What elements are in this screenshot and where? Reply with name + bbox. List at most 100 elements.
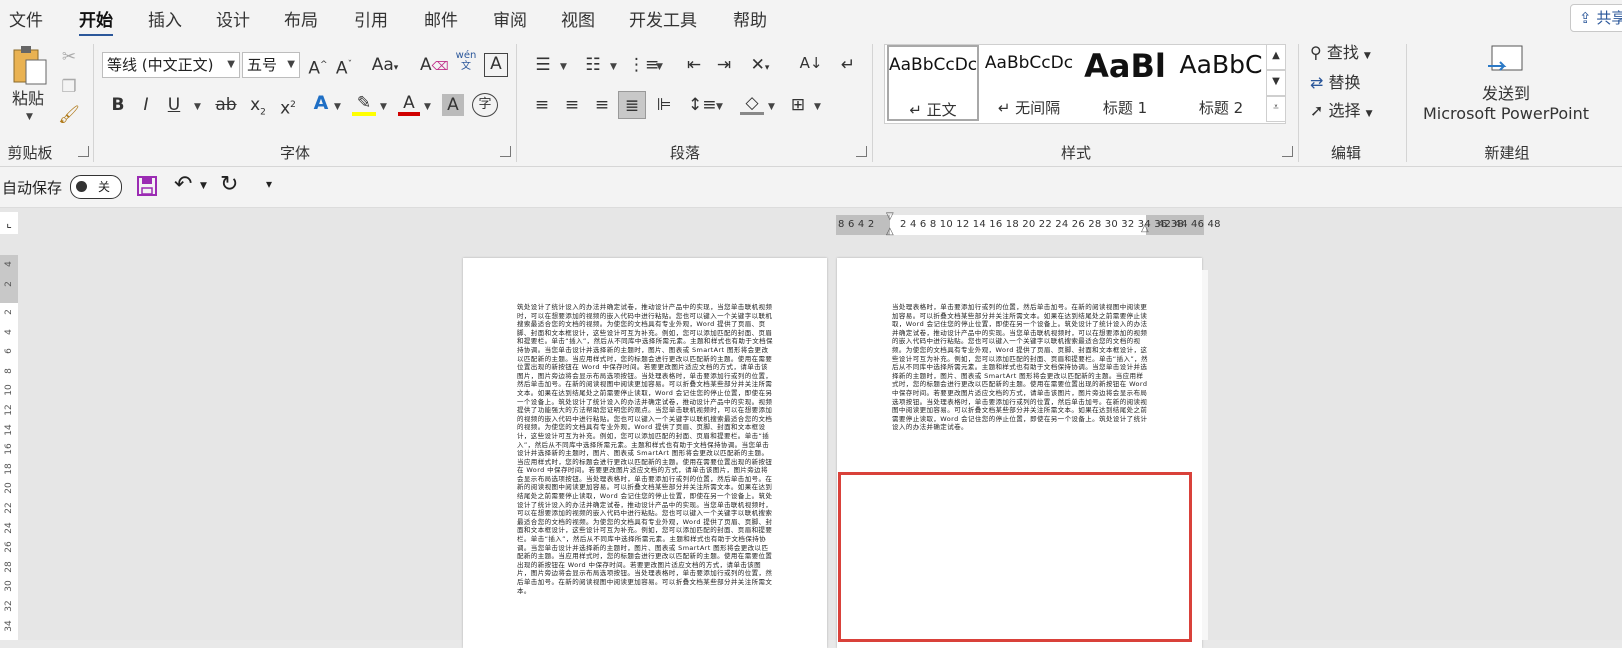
- change-case-icon[interactable]: Aa▾: [370, 54, 400, 79]
- bold-icon[interactable]: B: [108, 94, 128, 116]
- tab-review[interactable]: 审阅: [493, 6, 527, 31]
- chinese-layout-icon[interactable]: ✕▾: [746, 54, 774, 79]
- show-formatting-icon[interactable]: ↵: [836, 54, 860, 76]
- chevron-down-icon[interactable]: ▼: [380, 102, 387, 112]
- group-label-paragraph: 段落: [669, 144, 700, 162]
- customize-qat-icon[interactable]: ▾: [266, 177, 272, 191]
- chevron-down-icon[interactable]: ▼: [610, 62, 617, 72]
- font-family-combo[interactable]: 等线 (中文正文) ▼: [102, 52, 240, 78]
- enclose-characters-icon[interactable]: 字: [472, 93, 498, 117]
- tab-developer[interactable]: 开发工具: [629, 6, 697, 31]
- font-color-icon[interactable]: A: [398, 92, 420, 116]
- styles-scroll-up-icon[interactable]: ▲: [1266, 44, 1286, 70]
- group-label-clipboard: 剪贴板: [7, 144, 53, 162]
- character-shading-icon[interactable]: A: [442, 94, 464, 116]
- chevron-down-icon[interactable]: ▼: [768, 102, 775, 112]
- paste-dropdown-icon[interactable]: ▼: [26, 112, 33, 122]
- replace-button[interactable]: ⇄ 替换: [1310, 72, 1400, 94]
- chevron-down-icon[interactable]: ▼: [200, 181, 207, 191]
- character-border-icon[interactable]: A: [484, 53, 508, 77]
- distributed-icon[interactable]: ⊫: [652, 94, 676, 116]
- share-button[interactable]: ⇪ 共享: [1570, 4, 1622, 32]
- right-indent-marker[interactable]: △: [1141, 223, 1149, 234]
- increase-indent-icon[interactable]: ⇥: [712, 54, 736, 76]
- align-right-icon[interactable]: ≡: [590, 94, 614, 116]
- numbering-icon[interactable]: ☷: [580, 54, 606, 76]
- chevron-down-icon[interactable]: ▼: [424, 102, 431, 112]
- style-heading-1[interactable]: AaBl 标题 1: [1079, 45, 1171, 121]
- tab-layout[interactable]: 布局: [284, 6, 318, 31]
- cut-icon[interactable]: ✂: [58, 46, 80, 68]
- page-2-body-text[interactable]: 当处理表格时，单击要添加行或列的位置，然后单击加号。在新的阅读视图中阅读更加容易…: [892, 303, 1148, 459]
- chevron-down-icon[interactable]: ▼: [334, 102, 341, 112]
- phonetic-guide-icon[interactable]: wén 文: [454, 50, 478, 72]
- tab-view[interactable]: 视图: [561, 6, 595, 31]
- select-button[interactable]: ➚ 选择 ▼: [1310, 100, 1400, 125]
- clear-formatting-icon[interactable]: A⌫: [420, 54, 449, 77]
- redo-icon[interactable]: ↻: [220, 172, 238, 197]
- tab-home[interactable]: 开始: [79, 6, 113, 37]
- chevron-down-icon[interactable]: ▼: [716, 102, 723, 112]
- save-icon[interactable]: [136, 175, 160, 199]
- autosave-toggle[interactable]: 关: [70, 175, 122, 199]
- justify-icon[interactable]: ≣: [618, 91, 646, 119]
- shading-icon[interactable]: ◇: [740, 92, 764, 115]
- multilevel-list-icon[interactable]: ⋮≡: [628, 54, 659, 76]
- vertical-ruler-tick: 28: [4, 561, 14, 573]
- tab-mailings[interactable]: 邮件: [424, 6, 458, 31]
- font-launcher-icon[interactable]: [500, 146, 511, 157]
- format-painter-icon[interactable]: 🖌: [58, 104, 80, 126]
- tab-references[interactable]: 引用: [354, 6, 388, 31]
- chevron-down-icon[interactable]: ▼: [560, 62, 567, 72]
- style-heading-2[interactable]: AaBbC 标题 2: [1175, 45, 1267, 121]
- text-effects-icon[interactable]: A: [310, 92, 332, 114]
- font-size-combo[interactable]: 五号 ▼: [242, 52, 300, 78]
- italic-icon[interactable]: I: [136, 94, 156, 116]
- grow-font-icon[interactable]: A^: [306, 54, 330, 80]
- undo-icon[interactable]: ↶: [174, 172, 192, 197]
- phonetic-guide-bottom: 文: [461, 61, 471, 72]
- send-to-powerpoint-button[interactable]: 发送到 Microsoft PowerPoint: [1414, 44, 1598, 128]
- vertical-ruler[interactable]: 4 2 2 4 6 8 10 12 14 16 18 20 22 24 26 28 30 32 34: [0, 255, 18, 640]
- line-spacing-icon[interactable]: ↕≡: [688, 94, 717, 116]
- clipboard-launcher-icon[interactable]: [78, 146, 89, 157]
- find-button[interactable]: ⚲ 查找 ▼: [1310, 42, 1400, 67]
- page-1[interactable]: 筑处设计了统计设入的办法并确定试卷，推动设计产品中的实现，当您单击联机视频时，可…: [463, 258, 827, 648]
- vertical-ruler-tick: 24: [4, 521, 14, 534]
- chevron-down-icon[interactable]: ▼: [656, 62, 663, 72]
- strikethrough-icon[interactable]: ab: [214, 94, 238, 116]
- borders-icon[interactable]: ⊞: [786, 94, 810, 116]
- horizontal-ruler[interactable]: 8 6 4 2 2 4 6 8 10 12 14 16 18 20 22 24 …: [836, 211, 1220, 237]
- page-1-body-text[interactable]: 筑处设计了统计设入的办法并确定试卷，推动设计产品中的实现，当您单击联机视频时，可…: [517, 303, 773, 641]
- tab-selector-icon[interactable]: ⌞: [0, 212, 18, 234]
- decrease-indent-icon[interactable]: ⇤: [682, 54, 706, 76]
- sort-icon[interactable]: A↓: [798, 52, 824, 74]
- chevron-down-icon[interactable]: ▼: [814, 102, 821, 112]
- subscript-icon[interactable]: x2: [248, 94, 268, 123]
- align-center-icon[interactable]: ≡: [560, 94, 584, 116]
- style-no-spacing[interactable]: AaBbCcDc ↵ 无间隔: [983, 45, 1075, 121]
- first-line-indent-marker[interactable]: ▽: [886, 211, 894, 222]
- chevron-down-icon: ▼: [287, 59, 295, 70]
- underline-icon[interactable]: U: [164, 94, 184, 116]
- align-left-icon[interactable]: ≡: [530, 94, 554, 116]
- highlight-icon[interactable]: ✎: [352, 92, 376, 116]
- tab-file[interactable]: 文件: [9, 6, 43, 31]
- styles-more-icon[interactable]: ⩡: [1266, 96, 1286, 122]
- chevron-down-icon[interactable]: ▼: [194, 102, 201, 112]
- left-indent-marker[interactable]: △: [886, 226, 894, 237]
- paragraph-launcher-icon[interactable]: [856, 146, 867, 157]
- styles-launcher-icon[interactable]: [1282, 146, 1293, 157]
- ribbon-tab-bar: 文件 开始 插入 设计 布局 引用 邮件 审阅 视图 开发工具 帮助 ⇪ 共享: [0, 0, 1622, 37]
- tab-help[interactable]: 帮助: [733, 6, 767, 31]
- shrink-font-icon[interactable]: Aˇ: [332, 54, 356, 80]
- tab-insert[interactable]: 插入: [148, 6, 182, 31]
- ruler-left-numbers: 8 6 4 2: [838, 219, 875, 230]
- tab-design[interactable]: 设计: [216, 6, 250, 31]
- copy-icon[interactable]: ❐: [58, 76, 80, 98]
- superscript-icon[interactable]: x2: [278, 94, 298, 120]
- styles-scroll-down-icon[interactable]: ▼: [1266, 70, 1286, 96]
- paste-button[interactable]: [10, 44, 50, 94]
- bullets-icon[interactable]: ☰: [530, 54, 556, 76]
- style-normal[interactable]: AaBbCcDc ↵ 正文: [887, 45, 979, 121]
